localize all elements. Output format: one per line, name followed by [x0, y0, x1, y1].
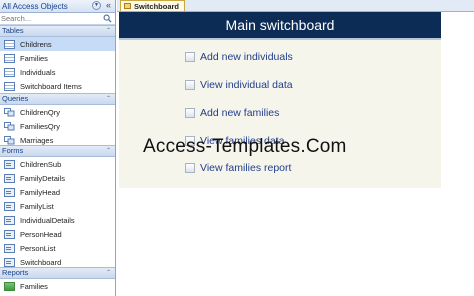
nav-header: All Access Objects ▼ «	[0, 0, 115, 13]
nav-item-query[interactable]: ChildrenQry	[0, 105, 115, 119]
group-forms: Forms ⌃ ChildrenSub FamilyDetails Family…	[0, 145, 115, 269]
chevron-up-icon[interactable]: ⌃	[106, 94, 111, 104]
command-button[interactable]	[185, 52, 195, 62]
table-icon	[4, 81, 15, 91]
form-icon	[4, 159, 15, 169]
nav-item-form[interactable]: PersonHead	[0, 227, 115, 241]
form-icon	[4, 187, 15, 197]
table-icon	[4, 53, 15, 63]
query-icon	[4, 121, 15, 130]
switchboard-item[interactable]: Add new individuals	[185, 51, 293, 63]
chevron-up-icon[interactable]: ⌃	[106, 26, 111, 36]
nav-item-label: Switchboard	[20, 257, 62, 267]
form-title: Main switchboard	[225, 17, 335, 33]
group-header-queries[interactable]: Queries ⌃	[0, 93, 115, 105]
nav-item-report[interactable]: Families	[0, 279, 115, 293]
nav-item-label: FamiliesQry	[20, 121, 61, 131]
form-icon	[4, 257, 15, 267]
nav-item-form[interactable]: FamilyDetails	[0, 171, 115, 185]
nav-item-label: ChildrenSub	[20, 159, 62, 169]
nav-item-label: FamilyDetails	[20, 173, 66, 183]
nav-item-label: Marriages	[20, 135, 54, 145]
switchboard-item[interactable]: View families report	[185, 162, 291, 174]
nav-item-label: FamilyHead	[20, 187, 61, 197]
nav-item-label: FamilyList	[20, 201, 54, 211]
form-icon	[4, 173, 15, 183]
search-input[interactable]	[0, 13, 97, 24]
nav-item-label: Families	[20, 281, 48, 291]
nav-item-label: ChildrenQry	[20, 107, 61, 117]
form-body: Add new individuals View individual data…	[119, 40, 441, 188]
report-icon	[4, 281, 15, 291]
group-label: Forms	[2, 146, 24, 155]
table-icon	[4, 39, 15, 49]
nav-item-label: Switchboard Items	[20, 81, 82, 91]
navigation-pane: All Access Objects ▼ « Tables ⌃ Children…	[0, 0, 116, 296]
switchboard-item[interactable]: Add new families	[185, 107, 279, 119]
nav-item-label: Individuals	[20, 67, 56, 77]
collapse-pane-icon[interactable]: «	[104, 1, 113, 10]
nav-item-query[interactable]: FamiliesQry	[0, 119, 115, 133]
nav-item-form[interactable]: FamilyHead	[0, 185, 115, 199]
nav-item-table[interactable]: Switchboard Items	[0, 79, 115, 93]
group-tables: Tables ⌃ Childrens Families Individuals …	[0, 25, 115, 93]
switchboard-item-label[interactable]: View individual data	[200, 79, 293, 91]
switchboard-item[interactable]: View individual data	[185, 79, 293, 91]
nav-menu-icon[interactable]: ▼	[92, 1, 101, 10]
tab-switchboard[interactable]: Switchboard	[120, 0, 186, 11]
watermark: Access-Templates.Com	[143, 136, 347, 157]
search-bar	[0, 13, 115, 25]
nav-item-label: PersonList	[20, 243, 56, 253]
nav-item-table[interactable]: Individuals	[0, 65, 115, 79]
group-header-reports[interactable]: Reports ⌃	[0, 267, 115, 279]
search-icon[interactable]	[103, 14, 112, 23]
nav-item-label: Childrens	[20, 39, 52, 49]
nav-item-form[interactable]: PersonList	[0, 241, 115, 255]
form-icon	[4, 243, 15, 253]
group-header-tables[interactable]: Tables ⌃	[0, 25, 115, 37]
nav-item-label: IndividualDetails	[20, 215, 75, 225]
form-icon	[4, 215, 15, 225]
nav-item-label: Families	[20, 53, 48, 63]
switchboard-item-label[interactable]: View families report	[200, 162, 291, 174]
nav-item-table[interactable]: Families	[0, 51, 115, 65]
group-header-forms[interactable]: Forms ⌃	[0, 145, 115, 157]
nav-item-label: PersonHead	[20, 229, 62, 239]
form-icon	[4, 229, 15, 239]
switchboard-item-label[interactable]: Add new families	[200, 107, 279, 119]
group-reports: Reports ⌃ Families	[0, 267, 115, 293]
form-icon	[124, 3, 131, 9]
form-icon	[4, 201, 15, 211]
group-label: Reports	[2, 268, 29, 277]
group-label: Tables	[2, 26, 24, 35]
table-icon	[4, 67, 15, 77]
command-button[interactable]	[185, 163, 195, 173]
document-tab-strip: Switchboard	[117, 0, 474, 12]
nav-item-form[interactable]: ChildrenSub	[0, 157, 115, 171]
command-button[interactable]	[185, 108, 195, 118]
query-icon	[4, 107, 15, 116]
nav-title[interactable]: All Access Objects	[2, 2, 68, 11]
group-queries: Queries ⌃ ChildrenQry FamiliesQry Marria…	[0, 93, 115, 147]
nav-item-form[interactable]: IndividualDetails	[0, 213, 115, 227]
command-button[interactable]	[185, 80, 195, 90]
query-icon	[4, 135, 15, 144]
form-header: Main switchboard	[119, 12, 441, 40]
chevron-up-icon[interactable]: ⌃	[106, 146, 111, 156]
nav-item-form[interactable]: FamilyList	[0, 199, 115, 213]
nav-item-table[interactable]: Childrens	[0, 37, 115, 51]
chevron-up-icon[interactable]: ⌃	[106, 268, 111, 278]
switchboard-item-label[interactable]: Add new individuals	[200, 51, 293, 63]
tab-label: Switchboard	[134, 1, 180, 11]
group-label: Queries	[2, 94, 29, 103]
